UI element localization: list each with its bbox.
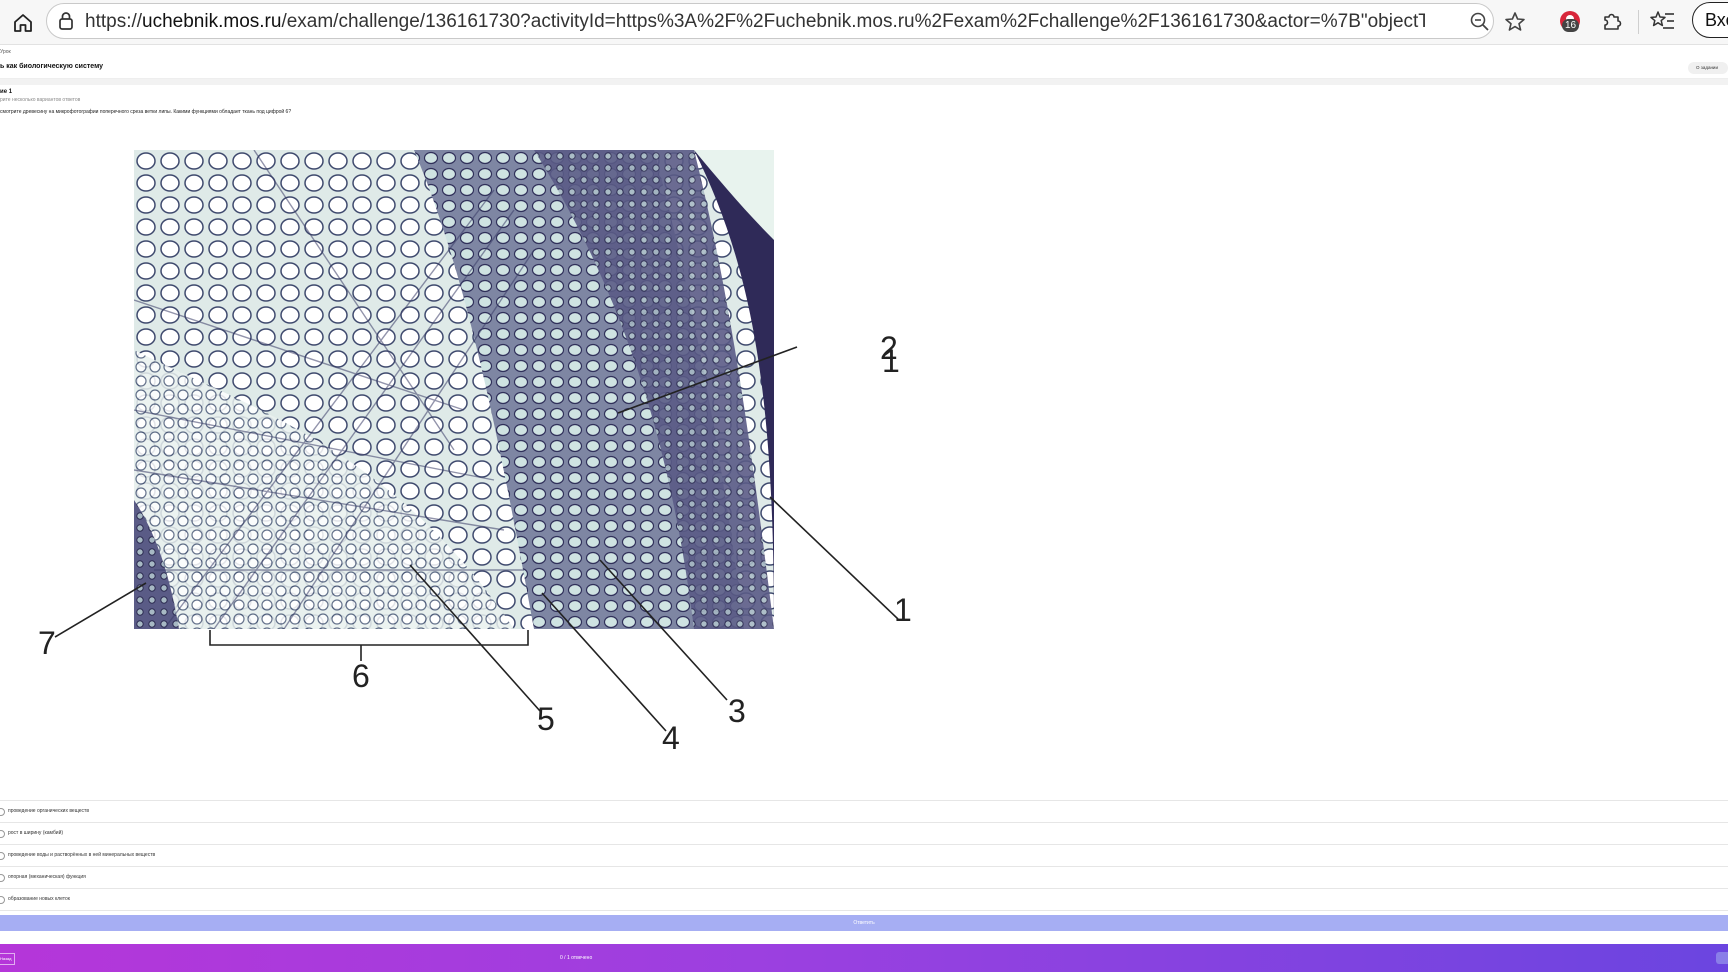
submit-label: Ответить bbox=[853, 920, 875, 926]
checkbox[interactable] bbox=[0, 830, 5, 838]
answer-option[interactable]: проведение органических веществ bbox=[0, 800, 1728, 822]
about-task-button[interactable]: О задании bbox=[1688, 62, 1728, 74]
next-button[interactable] bbox=[1716, 952, 1728, 964]
checkbox[interactable] bbox=[0, 896, 5, 904]
lock-icon[interactable] bbox=[57, 11, 75, 36]
answer-text: опорная (механическая) функция bbox=[8, 874, 86, 880]
zoom-out-icon[interactable] bbox=[1469, 11, 1491, 38]
checkbox[interactable] bbox=[0, 852, 5, 860]
prev-button[interactable]: Назад bbox=[0, 953, 15, 965]
answer-option[interactable]: образование новых клеток bbox=[0, 888, 1728, 911]
micrograph-figure: 1 3 4 5 6 7 bbox=[30, 145, 920, 756]
lesson-header: ь как биологическую систему О задании bbox=[0, 58, 1728, 79]
answer-list: проведение органических веществ рост в ш… bbox=[0, 800, 1728, 911]
answer-option[interactable]: опорная (механическая) функция bbox=[0, 866, 1728, 888]
progress-text: 0 / 1 отвечено bbox=[560, 955, 593, 961]
figure-label-6: 6 bbox=[352, 658, 370, 694]
answer-text: проведение воды и растворённых в ней мин… bbox=[8, 852, 156, 858]
figure-label-1b: 1 bbox=[894, 592, 912, 628]
figure-label-4: 4 bbox=[662, 720, 680, 756]
question-text: смотрите древесину на микрофотографии по… bbox=[0, 109, 292, 115]
answer-text: проведение органических веществ bbox=[8, 808, 89, 814]
answer-option[interactable]: проведение воды и растворённых в ней мин… bbox=[0, 844, 1728, 866]
url-path: /exam/challenge/136161730?activityId=htt… bbox=[281, 11, 1425, 32]
answer-text: рост в ширину (камбий) bbox=[8, 830, 64, 836]
question-number: ие 1 bbox=[0, 89, 13, 95]
figure-label-3: 3 bbox=[728, 693, 746, 729]
bookmark-star-icon[interactable] bbox=[1503, 10, 1527, 39]
bottom-navigation: Назад 0 / 1 отвечено bbox=[0, 944, 1728, 972]
login-button[interactable]: Вхо bbox=[1692, 2, 1728, 38]
extensions-puzzle-icon[interactable] bbox=[1600, 9, 1624, 38]
url-text[interactable]: https://uchebnik.mos.ru/exam/challenge/1… bbox=[85, 11, 1425, 33]
home-icon bbox=[14, 14, 32, 32]
home-button[interactable] bbox=[8, 8, 38, 38]
submit-button[interactable]: Ответить bbox=[0, 915, 1728, 931]
extension-badge: 16 bbox=[1562, 19, 1580, 32]
question-hint: рите несколько вариантов ответов bbox=[0, 97, 81, 103]
figure-label-5: 5 bbox=[537, 701, 555, 737]
toolbar-divider bbox=[1638, 10, 1639, 34]
checkbox[interactable] bbox=[0, 874, 5, 882]
checkbox[interactable] bbox=[0, 808, 5, 816]
lesson-title: ь как биологическую систему bbox=[0, 63, 104, 70]
favorites-list-icon[interactable] bbox=[1650, 9, 1676, 38]
url-host: uchebnik.mos.ru bbox=[142, 11, 282, 32]
browser-toolbar: https://uchebnik.mos.ru/exam/challenge/1… bbox=[0, 0, 1728, 45]
breadcrumb[interactable]: Урок bbox=[0, 49, 11, 55]
header-divider bbox=[0, 79, 1728, 85]
figure-label-2: 2 bbox=[880, 330, 898, 366]
figure-leader-lines bbox=[54, 346, 899, 732]
answer-text: образование новых клеток bbox=[8, 896, 70, 902]
address-bar[interactable]: https://uchebnik.mos.ru/exam/challenge/1… bbox=[46, 3, 1525, 39]
figure-label-7: 7 bbox=[38, 625, 56, 661]
url-prefix: https:// bbox=[85, 11, 143, 32]
answer-option[interactable]: рост в ширину (камбий) bbox=[0, 822, 1728, 844]
